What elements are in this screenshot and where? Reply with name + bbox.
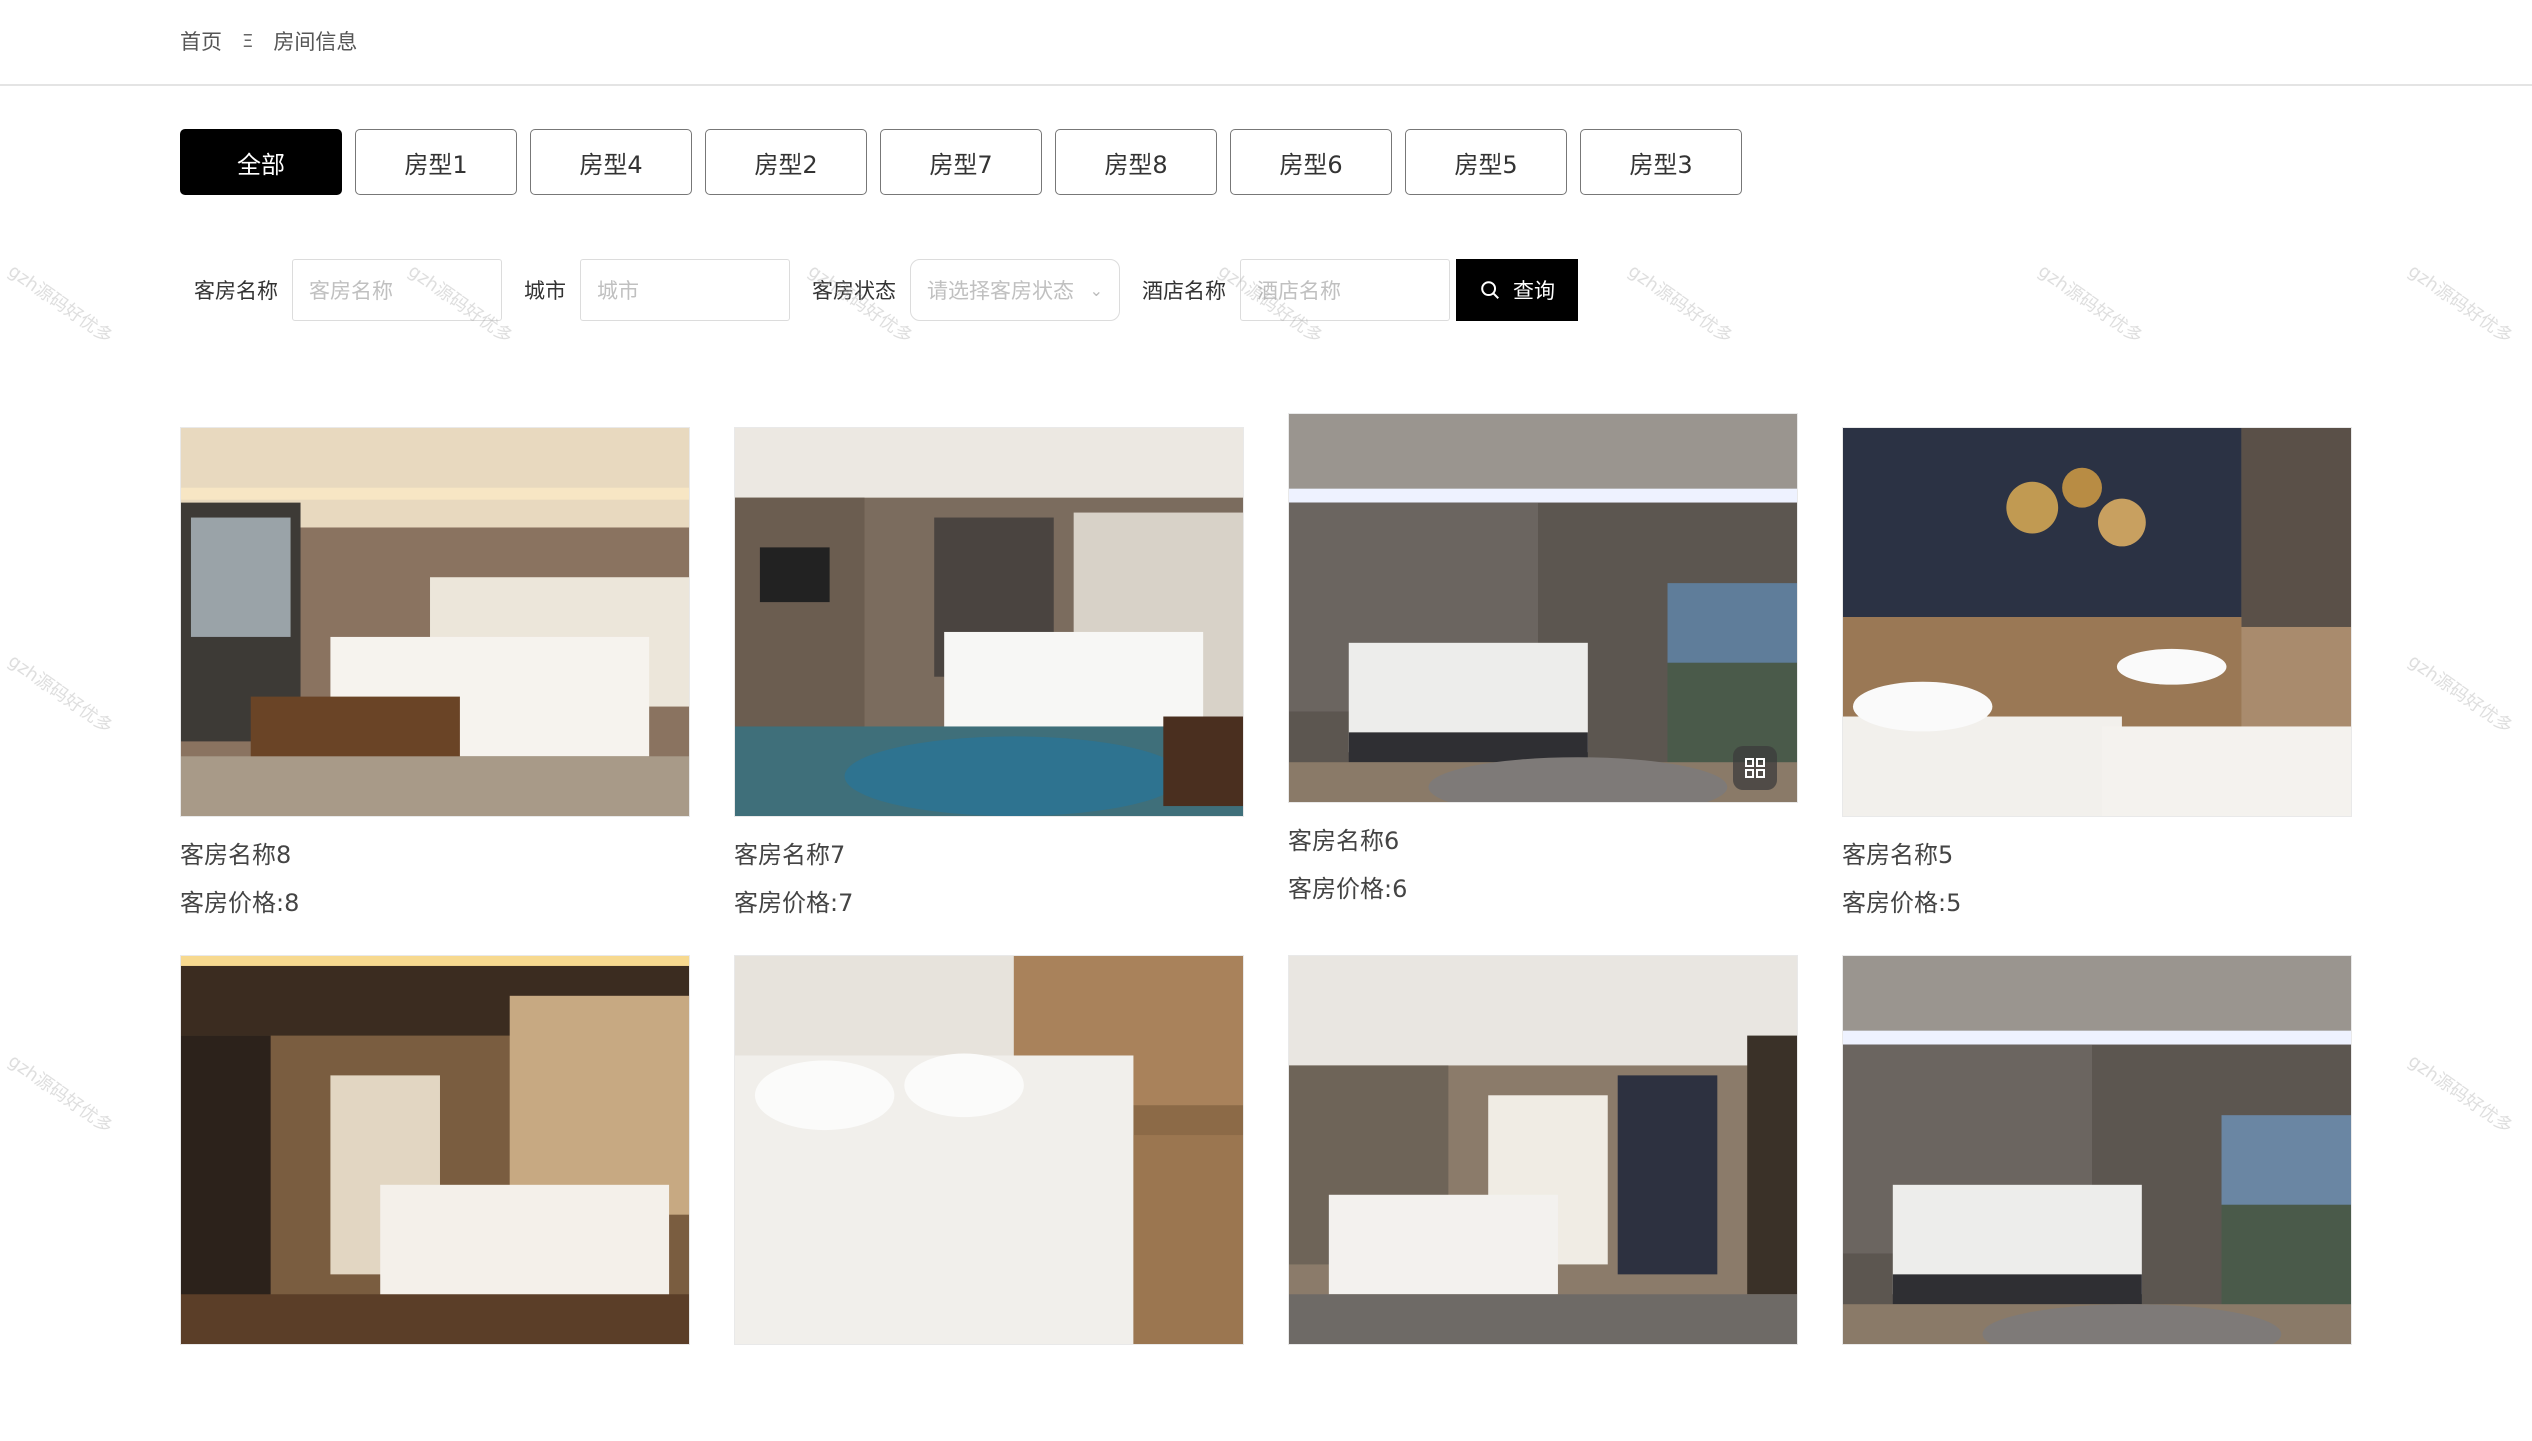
room-price: 客房价格:6 (1288, 875, 1408, 903)
tab-room-type-7[interactable]: 房型7 (880, 129, 1042, 195)
room-name: 客房名称7 (734, 841, 846, 869)
room-card[interactable] (734, 955, 1244, 1441)
search-icon (1481, 281, 1499, 299)
tab-all[interactable]: 全部 (180, 129, 342, 195)
room-price: 客房价格:7 (734, 889, 854, 917)
watermark: gzh源码好优多 (2404, 260, 2517, 348)
room-card[interactable]: 客房名称8 客房价格:8 (180, 427, 690, 917)
hotel-name-input[interactable]: 酒店名称 (1240, 259, 1450, 321)
room-name: 客房名称8 (180, 841, 292, 869)
room-name-input[interactable]: 客房名称 (292, 259, 502, 321)
top-bar: 首页 Ξ 房间信息 (0, 0, 2532, 86)
search-button-label: 查询 (1513, 279, 1555, 303)
tab-room-type-5[interactable]: 房型5 (1405, 129, 1567, 195)
breadcrumb-home[interactable]: 首页 (180, 26, 222, 56)
watermark: gzh源码好优多 (4, 1050, 117, 1138)
room-type-tabs: 全部 房型1 房型4 房型2 房型7 房型8 房型6 房型5 房型3 (180, 129, 1742, 195)
room-status-select[interactable]: 请选择客房状态 ⌄ (910, 259, 1120, 321)
room-price (1288, 1411, 1798, 1441)
grid-icon[interactable] (1733, 746, 1777, 790)
room-name: 客房名称5 (1842, 841, 1954, 869)
room-name-label: 客房名称 (194, 279, 278, 303)
room-name (180, 1363, 690, 1393)
room-card[interactable]: 客房名称5 客房价格:5 (1842, 427, 2352, 917)
city-input[interactable]: 城市 (580, 259, 790, 321)
room-price (734, 1411, 1244, 1441)
watermark: gzh源码好优多 (1624, 260, 1737, 348)
room-name (1842, 1363, 2352, 1393)
room-card[interactable] (1842, 955, 2352, 1441)
search-button[interactable]: 查询 (1456, 259, 1578, 321)
tab-room-type-1[interactable]: 房型1 (355, 129, 517, 195)
watermark: gzh源码好优多 (2404, 1050, 2517, 1138)
room-image[interactable] (1288, 955, 1798, 1345)
room-price (1842, 1411, 2352, 1441)
room-card[interactable] (1288, 955, 1798, 1441)
watermark: gzh源码好优多 (4, 260, 117, 348)
room-name (734, 1363, 1244, 1393)
room-status-placeholder: 请选择客房状态 (927, 279, 1074, 303)
room-image[interactable] (734, 955, 1244, 1345)
breadcrumb-separator-icon: Ξ (242, 30, 254, 52)
room-card[interactable]: 客房名称6 客房价格:6 (1288, 413, 1798, 903)
room-price: 客房价格:8 (180, 889, 300, 917)
room-card[interactable]: 客房名称7 客房价格:7 (734, 427, 1244, 917)
room-image[interactable] (180, 955, 690, 1345)
tab-room-type-8[interactable]: 房型8 (1055, 129, 1217, 195)
breadcrumb-current: 房间信息 (273, 30, 358, 54)
room-image[interactable] (1288, 413, 1798, 803)
tab-room-type-2[interactable]: 房型2 (705, 129, 867, 195)
room-name: 客房名称6 (1288, 827, 1400, 855)
tab-room-type-3[interactable]: 房型3 (1580, 129, 1742, 195)
hotel-name-label: 酒店名称 (1142, 279, 1226, 303)
room-image[interactable] (1842, 427, 2352, 817)
room-image[interactable] (734, 427, 1244, 817)
watermark: gzh源码好优多 (2404, 650, 2517, 738)
watermark: gzh源码好优多 (4, 650, 117, 738)
room-card[interactable] (180, 955, 690, 1441)
tab-room-type-4[interactable]: 房型4 (530, 129, 692, 195)
room-image[interactable] (180, 427, 690, 817)
tab-room-type-6[interactable]: 房型6 (1230, 129, 1392, 195)
room-status-label: 客房状态 (812, 279, 896, 303)
room-price: 客房价格:5 (1842, 889, 1962, 917)
city-label: 城市 (524, 279, 566, 303)
search-filters: 客房名称 客房名称 城市 城市 客房状态 请选择客房状态 ⌄ 酒店名称 酒店名称… (180, 258, 1578, 322)
chevron-down-icon: ⌄ (1089, 280, 1103, 300)
breadcrumb: 首页 Ξ 房间信息 (180, 26, 357, 56)
room-name (1288, 1363, 1798, 1393)
room-image[interactable] (1842, 955, 2352, 1345)
watermark: gzh源码好优多 (2034, 260, 2147, 348)
room-price (180, 1411, 690, 1441)
